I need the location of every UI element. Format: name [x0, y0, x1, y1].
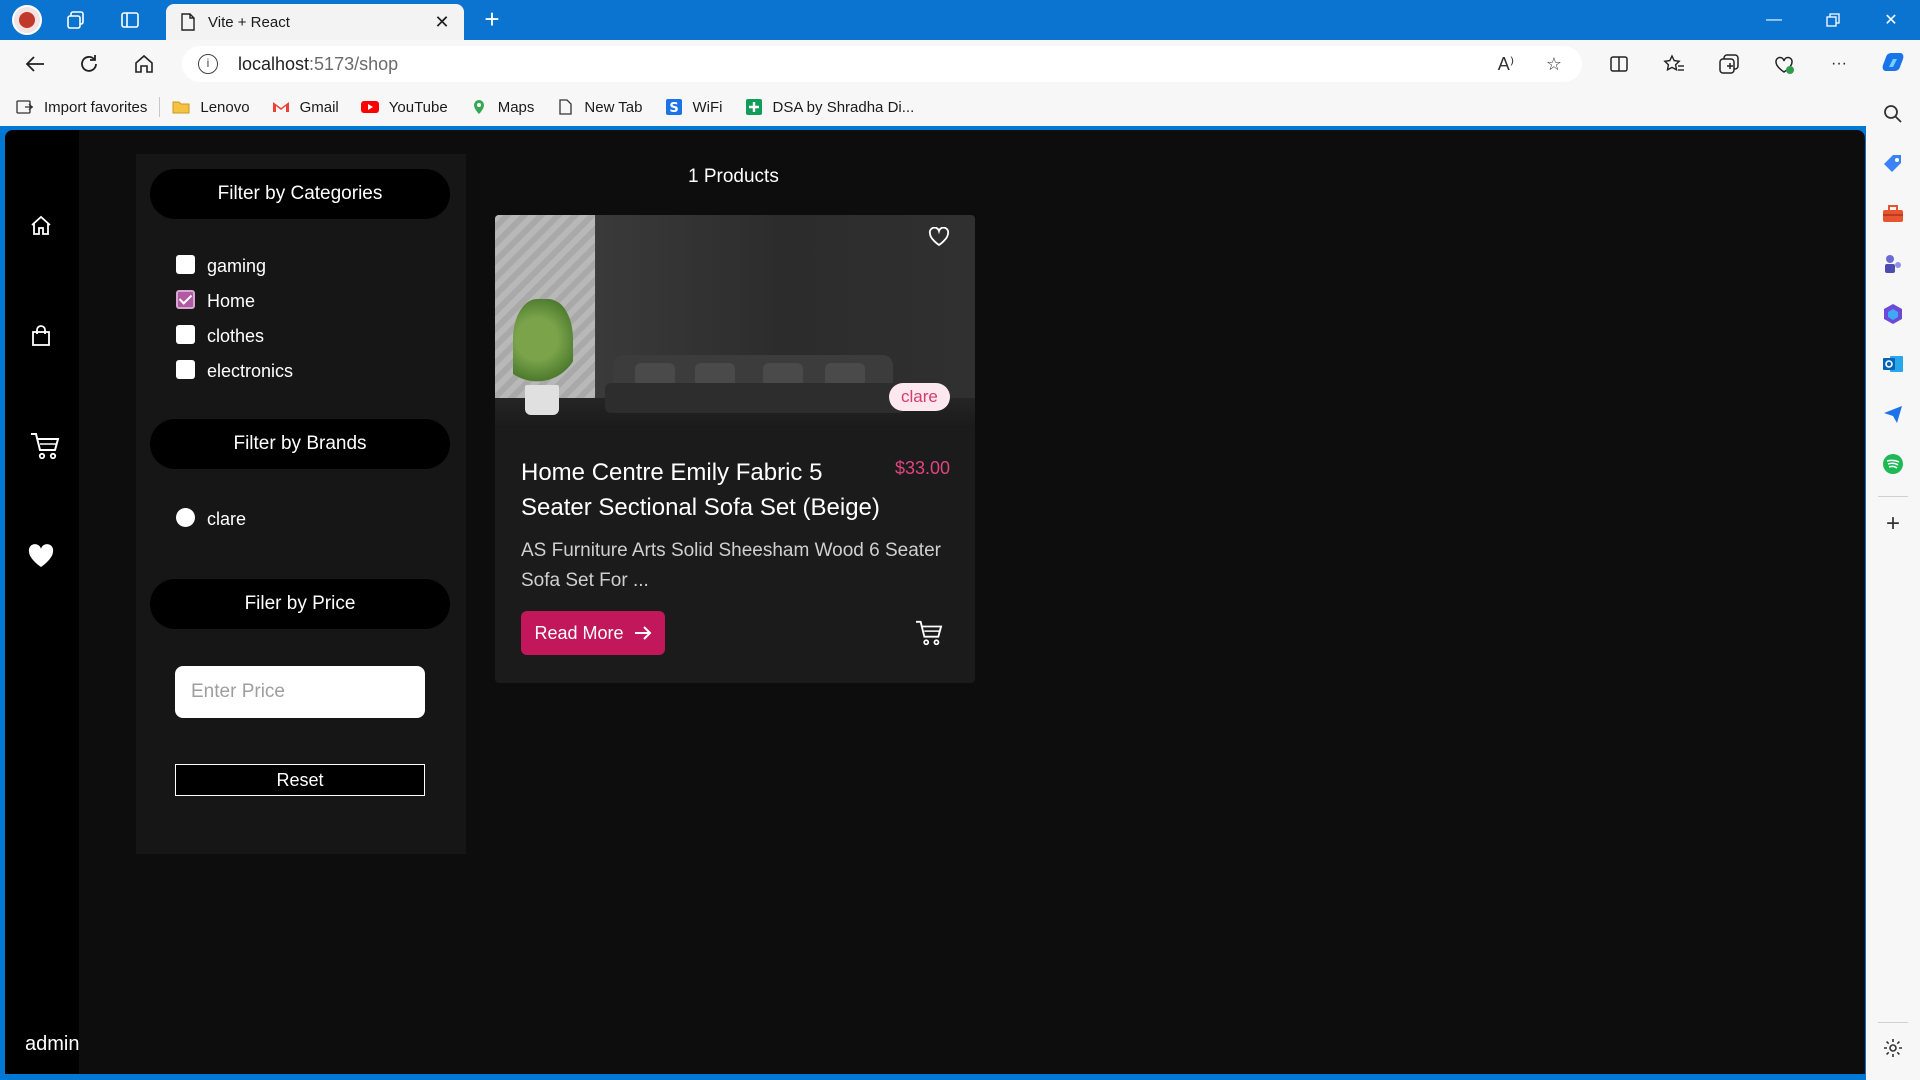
product-image[interactable]: clare: [495, 215, 975, 428]
edge-sidebar: +: [1866, 88, 1920, 1080]
home-icon[interactable]: [21, 206, 61, 246]
brands-heading: Filter by Brands: [150, 419, 450, 469]
favorite-maps[interactable]: Maps: [470, 99, 534, 116]
product-price: $33.00: [895, 458, 951, 478]
price-heading: Filer by Price: [150, 579, 450, 629]
page-viewport: admin Filter by Categories gaming Home c…: [5, 130, 1865, 1074]
refresh-icon[interactable]: [72, 48, 106, 80]
checkbox[interactable]: [176, 255, 195, 274]
reset-button[interactable]: Reset: [175, 764, 425, 796]
brand-badge: clare: [889, 383, 950, 411]
split-screen-icon[interactable]: [1602, 48, 1636, 80]
plus-sheet-icon: [745, 99, 762, 115]
search-icon[interactable]: [1881, 102, 1905, 126]
image-sofa-seat: [605, 383, 905, 413]
vertical-tabs-icon[interactable]: [116, 6, 144, 34]
import-icon: [16, 100, 33, 114]
tools-icon[interactable]: [1881, 202, 1905, 226]
favorite-youtube[interactable]: YouTube: [360, 99, 448, 116]
wishlist-heart-icon[interactable]: [21, 536, 61, 576]
back-icon[interactable]: [18, 48, 52, 80]
categories-heading: Filter by Categories: [150, 169, 450, 219]
product-title: Home Centre Emily Fabric 5 Seater Sectio…: [521, 459, 880, 521]
browser-essentials-icon[interactable]: [1767, 48, 1801, 80]
outlook-icon[interactable]: [1881, 352, 1905, 376]
tab-title: Vite + React: [208, 13, 290, 31]
cart-icon[interactable]: [25, 426, 65, 466]
more-options-icon[interactable]: ···: [1822, 48, 1856, 80]
favorite-gmail[interactable]: Gmail: [272, 99, 339, 116]
favorites-bar: Import favorites Lenovo Gmail YouTube Ma…: [0, 88, 1920, 126]
read-aloud-icon[interactable]: A⁾: [1492, 52, 1520, 76]
s-icon: S: [665, 99, 682, 115]
page-icon: [181, 13, 195, 31]
filter-panel: Filter by Categories gaming Home clothes…: [136, 154, 466, 854]
restore-icon[interactable]: [1806, 0, 1860, 40]
site-info-icon[interactable]: i: [198, 54, 218, 74]
favorites-divider: [159, 97, 161, 117]
checkbox[interactable]: [176, 325, 195, 344]
spotify-icon[interactable]: [1881, 452, 1905, 476]
youtube-icon: [360, 101, 379, 113]
address-bar[interactable]: i localhost:5173/shop A⁾ ☆: [182, 46, 1582, 82]
page-icon: [559, 99, 573, 115]
checkbox-checked[interactable]: [176, 290, 195, 309]
svg-text:S: S: [669, 101, 678, 115]
user-label: admin: [25, 1033, 80, 1055]
folder-icon: [172, 101, 190, 114]
price-input[interactable]: [175, 666, 425, 718]
microsoft-365-icon[interactable]: [1881, 302, 1905, 326]
sidebar-divider: [1878, 1022, 1908, 1023]
collections-icon[interactable]: [1712, 48, 1746, 80]
browser-tab-active[interactable]: Vite + React ✕: [166, 4, 464, 40]
shopping-bag-icon[interactable]: [21, 316, 61, 356]
send-icon[interactable]: [1881, 402, 1905, 426]
product-card[interactable]: clare Home Centre Emily Fabric 5 Seater …: [495, 215, 975, 683]
favorite-dsa[interactable]: DSA by Shradha Di...: [745, 99, 914, 116]
url-text[interactable]: localhost:5173/shop: [238, 54, 398, 75]
games-icon[interactable]: [1881, 252, 1905, 276]
copilot-icon[interactable]: [1876, 48, 1910, 80]
browser-title-bar: Vite + React ✕ + — ✕: [0, 0, 1920, 40]
image-plant: [513, 299, 573, 399]
category-checkbox-clothes[interactable]: clothes: [176, 325, 264, 347]
settings-gear-icon[interactable]: [1881, 1036, 1905, 1060]
gmail-icon: [272, 102, 289, 112]
maps-icon: [473, 100, 484, 114]
favorites-icon[interactable]: [1657, 48, 1691, 80]
home-icon[interactable]: [127, 48, 161, 80]
sidebar-divider: [1878, 496, 1908, 497]
new-tab-button[interactable]: +: [478, 6, 506, 34]
shopping-tag-icon[interactable]: [1881, 152, 1905, 176]
minimize-icon[interactable]: —: [1747, 0, 1801, 40]
arrow-right-icon: [634, 626, 651, 640]
browser-toolbar: i localhost:5173/shop A⁾ ☆ ···: [0, 40, 1920, 88]
category-checkbox-home[interactable]: Home: [176, 290, 255, 312]
close-window-icon[interactable]: ✕: [1864, 0, 1918, 40]
favorite-star-icon[interactable]: ☆: [1540, 52, 1568, 76]
wishlist-heart-outline-icon[interactable]: [925, 223, 953, 251]
favorite-import[interactable]: Import favorites: [16, 99, 147, 116]
favorite-lenovo[interactable]: Lenovo: [172, 99, 250, 116]
radio-button[interactable]: [176, 508, 195, 527]
close-tab-icon[interactable]: ✕: [430, 10, 454, 34]
checkbox[interactable]: [176, 360, 195, 379]
read-more-button[interactable]: Read More: [521, 611, 665, 655]
app-sidebar: admin: [5, 130, 79, 1074]
category-checkbox-electronics[interactable]: electronics: [176, 360, 293, 382]
add-to-cart-icon[interactable]: [913, 617, 945, 649]
add-sidebar-app-icon[interactable]: +: [1881, 510, 1905, 537]
profile-avatar-icon[interactable]: [12, 5, 42, 35]
workspaces-icon[interactable]: [62, 6, 90, 34]
category-checkbox-gaming[interactable]: gaming: [176, 255, 266, 277]
favorite-new-tab[interactable]: New Tab: [556, 99, 643, 116]
favorite-wifi[interactable]: S WiFi: [665, 99, 723, 116]
image-pot: [525, 385, 559, 415]
product-count: 1 Products: [688, 166, 779, 187]
brand-radio-clare[interactable]: clare: [176, 508, 246, 530]
product-description: AS Furniture Arts Solid Sheesham Wood 6 …: [521, 540, 941, 591]
